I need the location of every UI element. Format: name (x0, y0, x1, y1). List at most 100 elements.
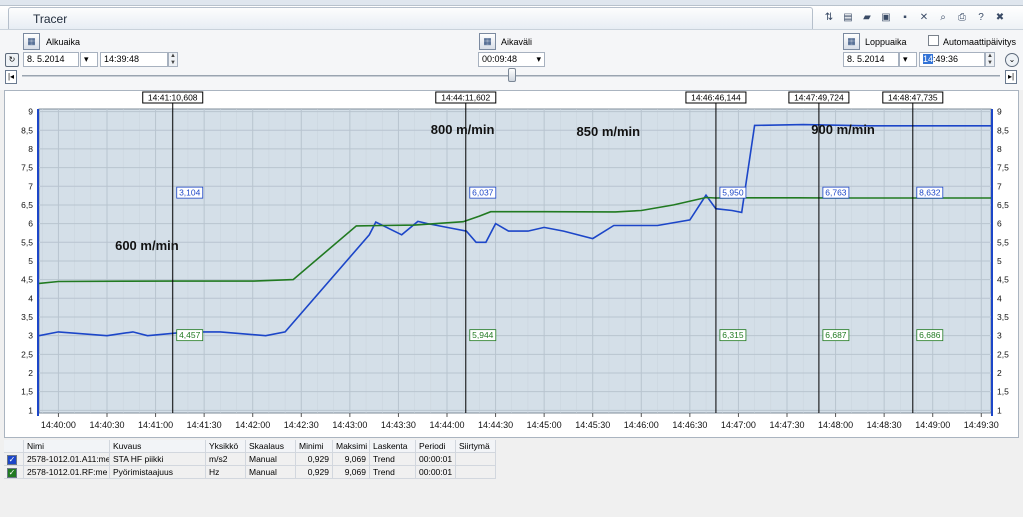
y-tick-label-right: 2 (997, 368, 1002, 378)
table-header-cell[interactable]: Minimi (296, 440, 333, 452)
cursor-time-label: 14:48:47,735 (888, 93, 938, 103)
expand-button[interactable]: ⌄ (1005, 53, 1019, 67)
x-tick-label: 14:42:00 (235, 420, 270, 430)
y-tick-label-left: 4,5 (21, 275, 33, 285)
table-body: ✓ 2578-1012.01.A11:me STA HF piikki m/s2 Man… (4, 453, 496, 479)
y-tick-label-left: 9 (28, 107, 33, 117)
table-header-cell[interactable]: Nimi (24, 440, 110, 452)
y-tick-label-left: 4 (28, 293, 33, 303)
x-tick-label: 14:41:30 (187, 420, 222, 430)
save-icon[interactable]: ▣ (879, 10, 893, 24)
time-slider-thumb[interactable] (508, 68, 516, 82)
start-time-field[interactable]: 14:39:48 (100, 52, 168, 67)
table-header-cell[interactable]: Kuvaus (110, 440, 206, 452)
x-tick-label: 14:43:00 (332, 420, 367, 430)
table-cell: Manual (246, 466, 296, 478)
trend-chart-svg[interactable]: 14:40:00 14:40:30 14:41:00 14:41:30 14:42:00… (5, 91, 1018, 437)
skip-end-icon: ▸| (1007, 72, 1015, 81)
table-header-cell[interactable]: Laskenta (370, 440, 416, 452)
start-date-field[interactable]: 8. 5.2014 (23, 52, 79, 67)
y-tick-label-right: 3 (997, 331, 1002, 341)
y-tick-label-right: 4,5 (997, 275, 1009, 285)
cursor-value-blue: 8,632 (919, 188, 941, 198)
y-tick-label-left: 6,5 (21, 200, 33, 210)
disk-icon[interactable]: ▪ (898, 10, 912, 24)
y-tick-label-left: 1,5 (21, 387, 33, 397)
x-tick-label: 14:49:30 (964, 420, 999, 430)
close-window-icon[interactable]: ✖ (993, 10, 1007, 24)
trend-chart[interactable]: 14:40:00 14:40:30 14:41:00 14:41:30 14:42:00… (4, 90, 1019, 438)
table-cell: Hz (206, 466, 246, 478)
y-tick-label-right: 7 (997, 181, 1002, 191)
signal-table: Nimi Kuvaus Yksikkö Skaalaus Minimi Maksimi La… (4, 440, 496, 479)
x-tick-label: 14:48:00 (818, 420, 853, 430)
layout-icon[interactable]: ▤ (841, 10, 855, 24)
cursor-value-green: 5,944 (472, 330, 494, 340)
end-date-field[interactable]: 8. 5.2014 (843, 52, 899, 67)
help-icon[interactable]: ? (974, 10, 988, 24)
interval-select[interactable]: 00:09:48 ▾ (478, 52, 545, 67)
y-tick-label-right: 2,5 (997, 349, 1009, 359)
tracer-tab[interactable]: Tracer (8, 7, 813, 29)
end-date-dropdown[interactable]: ▾ (899, 52, 917, 67)
speed-annotation: 600 m/min (115, 238, 179, 253)
table-header-cell[interactable]: Maksimi (333, 440, 370, 452)
table-header-cell[interactable]: Yksikkö (206, 440, 246, 452)
visibility-checkbox-cell[interactable]: ✓ (4, 453, 24, 465)
table-header-cell[interactable]: Siirtymä (456, 440, 496, 452)
y-tick-label-left: 1 (28, 405, 33, 415)
calendar-icon: ▦ (847, 36, 856, 46)
start-calendar-button[interactable]: ▦ (23, 33, 40, 50)
visibility-checkbox-cell[interactable]: ✓ (4, 466, 24, 478)
go-end-button[interactable]: ▸| (1005, 70, 1017, 84)
x-tick-label: 14:46:30 (672, 420, 707, 430)
x-tick-label: 14:44:00 (429, 420, 464, 430)
table-header-cell[interactable]: Periodi (416, 440, 456, 452)
y-tick-label-right: 8 (997, 144, 1002, 154)
end-time-field[interactable]: 14:49:36 (919, 52, 985, 67)
y-tick-label-right: 9 (997, 107, 1002, 117)
interval-value: 00:09:48 (482, 54, 518, 64)
interval-button[interactable]: ▦ (479, 33, 496, 50)
go-start-button[interactable]: |◂ (5, 70, 17, 84)
calendar-icon: ▦ (27, 36, 36, 46)
table-cell: Trend (370, 453, 416, 465)
cursor-value-blue: 6,763 (825, 188, 847, 198)
x-tick-label: 14:47:00 (721, 420, 756, 430)
auto-update-checkbox[interactable] (928, 35, 939, 46)
y-tick-label-left: 8 (28, 144, 33, 154)
end-time-spinner[interactable]: ▲ ▼ (985, 52, 995, 67)
close-icon[interactable]: ✕ (917, 10, 931, 24)
y-tick-label-right: 5,5 (997, 237, 1009, 247)
open-folder-icon[interactable]: ▰ (860, 10, 874, 24)
refresh-button[interactable]: ↻ (5, 53, 19, 67)
cursor-time-label: 14:41:10,608 (148, 93, 198, 103)
time-controls: ▦ Alkuaika ↻ 8. 5.2014 ▾ 14:39:48 ▲ ▼ ▦ A… (0, 30, 1023, 90)
x-tick-label: 14:41:00 (138, 420, 173, 430)
y-tick-label-right: 8,5 (997, 125, 1009, 135)
title-bar: Tracer ⇅ ▤ ▰ ▣ ▪ ✕ ⌕ ⎙ ? ✖ (0, 6, 1023, 30)
end-calendar-button[interactable]: ▦ (843, 33, 860, 50)
start-date-dropdown[interactable]: ▾ (80, 52, 98, 67)
interval-label: Aikaväli (501, 37, 533, 47)
zoom-icon[interactable]: ⌕ (936, 10, 950, 24)
table-header-cell[interactable]: Skaalaus (246, 440, 296, 452)
cursor-value-blue: 6,037 (472, 188, 494, 198)
table-cell: 9,069 (333, 453, 370, 465)
y-tick-label-right: 6,5 (997, 200, 1009, 210)
check-icon[interactable]: ✓ (7, 468, 17, 478)
table-row[interactable]: ✓ 2578-1012.01.A11:me STA HF piikki m/s2 Man… (4, 453, 496, 466)
cursor-time-label: 14:46:46,144 (691, 93, 741, 103)
y-tick-label-left: 3 (28, 331, 33, 341)
check-icon[interactable]: ✓ (7, 455, 17, 465)
y-tick-label-left: 7 (28, 181, 33, 191)
print-icon[interactable]: ⎙ (955, 10, 969, 24)
cursor-settings-icon[interactable]: ⇅ (822, 10, 836, 24)
table-row[interactable]: ✓ 2578-1012.01.RF:me Pyörimistaajuus Hz Manu… (4, 466, 496, 479)
table-cell: 00:00:01 (416, 466, 456, 478)
y-tick-label-right: 1 (997, 405, 1002, 415)
cursor-value-green: 4,457 (179, 330, 201, 340)
start-time-spinner[interactable]: ▲ ▼ (168, 52, 178, 67)
x-tick-label: 14:43:30 (381, 420, 416, 430)
y-tick-label-right: 7,5 (997, 163, 1009, 173)
